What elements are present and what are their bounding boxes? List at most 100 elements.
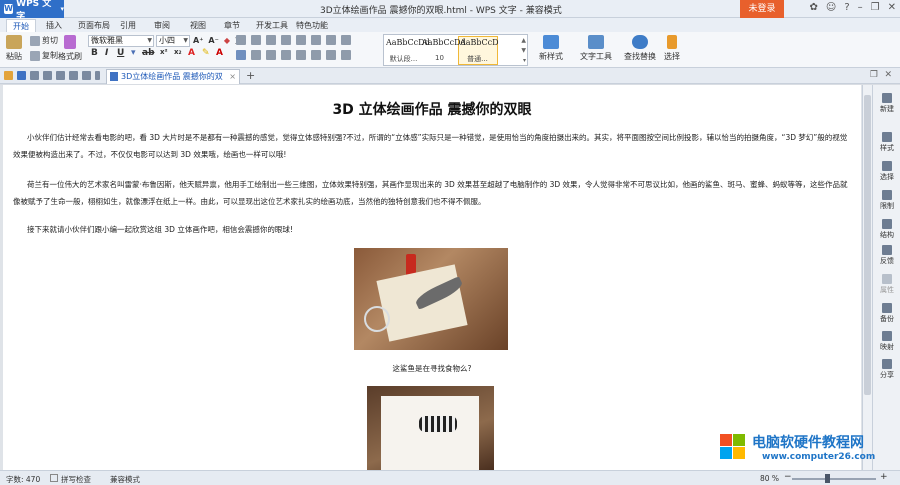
table-icon[interactable] [326,35,336,45]
sidebar-item-share[interactable]: 分享 [873,359,900,380]
distribute-icon[interactable] [296,50,306,60]
quick-access-more-icon[interactable] [95,71,100,80]
sidebar-label: 新建 [880,105,894,113]
gallery-down-icon[interactable]: ▼ [521,47,526,54]
superscript-icon[interactable]: x² [160,48,168,56]
new-style-button[interactable]: 新样式 [534,35,568,62]
bullet-list-icon[interactable] [236,35,246,45]
clear-format-icon[interactable]: ◆ [224,36,230,45]
zoom-in-icon[interactable]: + [880,472,888,482]
text-tools-button[interactable]: 文字工具 [576,35,616,62]
borders-icon[interactable] [341,50,351,60]
minimize-icon[interactable]: – [858,2,863,13]
tab-home[interactable]: 开始 [6,19,36,32]
numbered-list-icon[interactable] [251,35,261,45]
sidebar-item-structure[interactable]: 结构 [873,219,900,240]
sidebar-item-properties[interactable]: 属性 [873,274,900,295]
tab-insert[interactable]: 插入 [46,19,62,32]
tab-view[interactable]: 视图 [190,19,206,32]
zoom-out-icon[interactable]: − [784,472,792,482]
style-preview-normal[interactable]: AaBbCcD [460,38,499,47]
document-title: 3D 立体绘画作品 震撼你的双眼 [332,102,532,118]
sidebar-item-backup[interactable]: 备份 [873,303,900,324]
line-spacing-icon[interactable] [311,50,321,60]
underline-dropdown-icon[interactable]: ▾ [131,48,136,58]
preview-icon[interactable] [43,71,52,80]
font-select[interactable]: 微软雅黑 ▼ [88,35,154,47]
align-center-icon[interactable] [251,50,261,60]
feedback-icon[interactable]: ☺ [826,2,836,13]
font-size-select[interactable]: 小四 ▼ [156,35,190,47]
spell-check-checkbox[interactable] [50,474,58,482]
sidebar-item-select[interactable]: 选择 [873,161,900,182]
document-page[interactable]: 3D 立体绘画作品 震撼你的双眼 小伙伴们估计经常去看电影的吧，看 3D 大片时… [3,85,861,470]
sidebar-label: 属性 [880,286,894,294]
decrease-indent-icon[interactable] [266,35,276,45]
tab-developer[interactable]: 开发工具 [256,19,288,32]
justify-icon[interactable] [281,50,291,60]
close-document-icon[interactable]: ✕ [884,70,892,80]
document-tab[interactable]: 3D立体绘画作品 震撼你的双眼.html × [106,69,240,94]
sort-icon[interactable] [296,35,306,45]
bold-icon[interactable]: B [91,48,98,58]
underline-icon[interactable]: U [117,48,124,58]
word-count[interactable]: 字数: 470 [6,474,40,485]
shading-icon[interactable] [326,50,336,60]
vertical-scrollbar[interactable] [862,85,872,470]
subscript-icon[interactable]: x₂ [174,48,182,56]
save-icon[interactable] [17,71,26,80]
skin-icon[interactable]: ✿ [810,2,818,13]
sidebar-item-restrict[interactable]: 限制 [873,190,900,211]
close-tab-icon[interactable]: × [229,70,236,83]
gallery-up-icon[interactable]: ▲ [521,37,526,44]
gallery-more-icon[interactable]: ▾ [523,57,526,64]
select-button[interactable]: 选择 [660,35,684,62]
app-menu-button[interactable]: W WPS 文字 ▾ [0,0,64,22]
sidebar-item-mapping[interactable]: 映射 [873,331,900,352]
copy-button[interactable]: 复制 [30,50,58,61]
zoom-slider[interactable] [792,478,876,480]
increase-indent-icon[interactable] [281,35,291,45]
align-left-icon[interactable] [236,50,246,60]
help-icon[interactable]: ? [844,2,849,13]
close-icon[interactable]: ✕ [888,2,896,13]
new-tab-icon[interactable]: + [246,69,255,82]
find-replace-button[interactable]: 查找替换 [620,35,660,62]
scrollbar-thumb[interactable] [864,95,871,395]
tab-chapter[interactable]: 章节 [224,19,240,32]
style-preview-10[interactable]: AaBbCcDd [422,38,466,47]
font-color-icon[interactable]: A [188,48,195,58]
align-right-icon[interactable] [266,50,276,60]
tab-review[interactable]: 审阅 [154,19,170,32]
tab-references[interactable]: 引用 [120,19,136,32]
zoom-slider-knob[interactable] [825,474,830,483]
sidebar-item-new[interactable]: 新建 [873,93,900,114]
italic-icon[interactable]: I [105,48,108,58]
login-button[interactable]: 未登录 [740,0,784,18]
strikethrough-icon[interactable]: ab [142,48,155,58]
redo-icon[interactable] [82,71,91,80]
spell-check-label[interactable]: 拼写检查 [61,474,91,485]
sidebar-item-feedback[interactable]: 反馈 [873,245,900,266]
clipboard-icon [6,35,22,49]
print-preview-icon[interactable] [56,71,65,80]
zoom-level[interactable]: 80 % [760,474,779,483]
paste-button[interactable]: 粘贴 [4,35,24,62]
print-icon[interactable] [30,71,39,80]
tab-page-layout[interactable]: 页面布局 [78,19,110,32]
restore-document-icon[interactable]: ❐ [870,70,878,80]
undo-icon[interactable] [69,71,78,80]
open-icon[interactable] [4,71,13,80]
style-preview-default[interactable]: AaBbCcDd [386,38,430,47]
sidebar-item-styles[interactable]: 样式 [873,132,900,153]
border-icon[interactable] [341,35,351,45]
highlight-icon[interactable]: ✎ [202,48,210,58]
text-color-icon[interactable]: A [216,48,223,58]
cut-button[interactable]: 剪切 [30,35,58,46]
shrink-font-icon[interactable]: A⁻ [208,36,218,45]
grow-font-icon[interactable]: A⁺ [193,36,203,45]
show-marks-icon[interactable] [311,35,321,45]
format-painter-button[interactable]: 格式刷 [58,35,82,62]
tab-special[interactable]: 特色功能 [296,19,328,32]
restore-icon[interactable]: ❐ [871,2,880,13]
